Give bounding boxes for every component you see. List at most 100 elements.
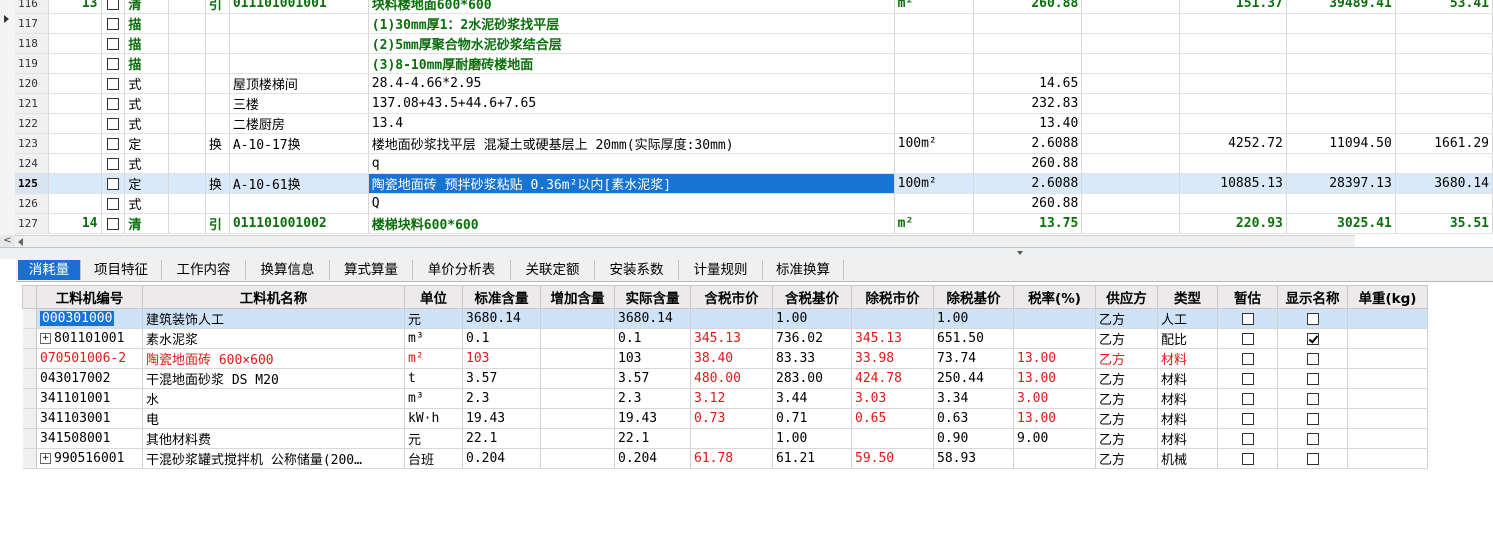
row-checkbox-cell[interactable] — [101, 113, 126, 134]
resource-name[interactable]: 干混地面砂浆 DS M20 — [142, 368, 405, 389]
unit-weight[interactable] — [1347, 308, 1428, 329]
checkbox-icon[interactable] — [1241, 452, 1254, 465]
item-name[interactable]: (3)8-10mm厚耐磨砖楼地面 — [368, 53, 895, 74]
bill-row[interactable]: 122 式 二楼厨房 13.4 13.40 — [15, 113, 1493, 134]
added-quantity[interactable] — [540, 308, 615, 329]
item-quantity[interactable]: 2.6088 — [973, 133, 1083, 154]
resource-code[interactable]: 043017002 — [40, 371, 110, 386]
checkbox-icon[interactable] — [106, 77, 119, 90]
scroll-left-icon[interactable] — [18, 238, 23, 246]
tab-8[interactable]: 安装系数 — [595, 260, 679, 280]
column-header[interactable]: 实际含量 — [614, 285, 691, 309]
item-quantity[interactable]: 14.65 — [973, 73, 1083, 94]
show-name-cell[interactable] — [1277, 408, 1348, 429]
show-name-cell[interactable] — [1277, 328, 1348, 349]
item-code[interactable] — [229, 53, 369, 74]
bill-row[interactable]: 118 描 (2)5mm厚聚合物水泥砂浆结合层 — [15, 33, 1493, 54]
provisional-cell[interactable] — [1217, 348, 1278, 369]
row-checkbox-cell[interactable] — [101, 33, 126, 54]
item-quantity[interactable] — [973, 13, 1083, 34]
standard-quantity[interactable]: 103 — [462, 348, 541, 369]
resource-code-cell[interactable]: 000301000 — [36, 308, 143, 329]
item-code[interactable]: A-10-17换 — [229, 133, 369, 154]
supplier[interactable]: 乙方 — [1095, 348, 1158, 369]
checkbox-icon[interactable] — [106, 157, 119, 170]
provisional-cell[interactable] — [1217, 308, 1278, 329]
checkbox-icon[interactable] — [1306, 312, 1319, 325]
standard-quantity[interactable]: 19.43 — [462, 408, 541, 429]
actual-quantity[interactable]: 0.1 — [614, 328, 691, 349]
row-checkbox-cell[interactable] — [101, 213, 126, 234]
column-header[interactable]: 显示名称 — [1277, 285, 1348, 309]
item-name[interactable]: 陶瓷地面砖 预拌砂浆粘贴 0.36m²以内[素水泥浆] — [368, 173, 895, 194]
bill-row[interactable]: 127 14 清 引 011101001002 楼梯块料600*600 m² 13.75 220… — [15, 213, 1493, 234]
checkbox-icon[interactable] — [106, 37, 119, 50]
tax-inclusive-market-price[interactable]: 480.00 — [690, 368, 773, 389]
checkbox-icon[interactable] — [1241, 432, 1254, 445]
resource-row[interactable]: +801101001 素水泥浆 m³ 0.1 0.1 345.13 736.02 345.13… — [22, 328, 1428, 349]
column-header[interactable]: 增加含量 — [540, 285, 615, 309]
row-checkbox-cell[interactable] — [101, 73, 126, 94]
tax-rate[interactable]: 3.00 — [1013, 388, 1096, 409]
item-code[interactable] — [229, 153, 369, 174]
resource-code[interactable]: 341103001 — [40, 411, 110, 426]
resource-name[interactable]: 水 — [142, 388, 405, 409]
resource-name[interactable]: 其他材料费 — [142, 428, 405, 449]
column-header[interactable]: 含税市价 — [690, 285, 773, 309]
added-quantity[interactable] — [540, 348, 615, 369]
column-header[interactable]: 供应方 — [1095, 285, 1158, 309]
resource-code[interactable]: 000301000 — [40, 311, 115, 326]
resource-row[interactable]: 341508001 其他材料费元 22.1 22.1 1.00 0.90 9.00 乙方 材料 — [22, 428, 1428, 449]
item-code[interactable] — [229, 193, 369, 214]
column-header[interactable]: 单重(kg) — [1347, 285, 1428, 309]
pane-splitter[interactable] — [0, 247, 1493, 259]
unit-weight[interactable] — [1347, 448, 1428, 469]
resource-row[interactable]: 043017002 干混地面砂浆 DS M20 t 3.57 3.57 480.00 283… — [22, 368, 1428, 389]
resource-row[interactable]: 000301000 建筑装饰人工元 3680.14 3680.14 1.00 1.00 乙方… — [22, 308, 1428, 329]
resource-code-cell[interactable]: +801101001 — [36, 328, 143, 349]
unit-weight[interactable] — [1347, 348, 1428, 369]
resource-code-cell[interactable]: 043017002 — [36, 368, 143, 389]
item-name[interactable]: 楼梯块料600*600 — [368, 213, 895, 234]
resource-code-cell[interactable]: 341508001 — [36, 428, 143, 449]
row-checkbox-cell[interactable] — [101, 13, 126, 34]
expand-icon[interactable]: + — [40, 453, 51, 464]
provisional-cell[interactable] — [1217, 368, 1278, 389]
splitter-grip-icon[interactable] — [1017, 251, 1023, 255]
tax-exclusive-market-price[interactable]: 424.78 — [851, 368, 934, 389]
bill-row[interactable]: 123 定 换 A-10-17换 楼地面砂浆找平层 混凝土或硬基层上 20mm(实际厚度… — [15, 133, 1493, 154]
provisional-cell[interactable] — [1217, 388, 1278, 409]
collapse-marker[interactable]: < — [0, 235, 15, 247]
resource-code[interactable]: 070501006-2 — [40, 351, 126, 366]
resource-name[interactable]: 素水泥浆 — [142, 328, 405, 349]
column-header[interactable]: 暂估 — [1217, 285, 1278, 309]
tax-exclusive-market-price[interactable]: 3.03 — [851, 388, 934, 409]
tax-rate[interactable]: 13.00 — [1013, 368, 1096, 389]
supplier[interactable]: 乙方 — [1095, 428, 1158, 449]
bill-row[interactable]: 120 式 屋顶楼梯间 28.4-4.66*2.95 14.65 — [15, 73, 1493, 94]
checkbox-icon[interactable] — [1241, 392, 1254, 405]
checkbox-icon[interactable] — [1306, 452, 1319, 465]
tax-exclusive-market-price[interactable]: 0.65 — [851, 408, 934, 429]
tax-inclusive-market-price[interactable]: 345.13 — [690, 328, 773, 349]
row-checkbox-cell[interactable] — [101, 173, 126, 194]
bill-row[interactable]: 121 式 三楼 137.08+43.5+44.6+7.65 232.83 — [15, 93, 1493, 114]
checkbox-icon[interactable] — [106, 57, 119, 70]
tax-inclusive-market-price[interactable]: 38.40 — [690, 348, 773, 369]
item-code[interactable]: A-10-61换 — [229, 173, 369, 194]
show-name-cell[interactable] — [1277, 448, 1348, 469]
column-header[interactable]: 含税基价 — [772, 285, 852, 309]
supplier[interactable]: 乙方 — [1095, 308, 1158, 329]
row-checkbox-cell[interactable] — [101, 133, 126, 154]
added-quantity[interactable] — [540, 428, 615, 449]
row-checkbox-cell[interactable] — [101, 53, 126, 74]
bill-row[interactable]: 117 描 (1)30mm厚1：2水泥砂浆找平层 — [15, 13, 1493, 34]
actual-quantity[interactable]: 103 — [614, 348, 691, 369]
actual-quantity[interactable]: 2.3 — [614, 388, 691, 409]
show-name-cell[interactable] — [1277, 308, 1348, 329]
provisional-cell[interactable] — [1217, 408, 1278, 429]
resource-code-cell[interactable]: +990516001 — [36, 448, 143, 469]
tax-rate[interactable] — [1013, 448, 1096, 469]
tab-10[interactable]: 标准换算 — [763, 260, 844, 280]
tab-4[interactable]: 换算信息 — [246, 260, 330, 280]
